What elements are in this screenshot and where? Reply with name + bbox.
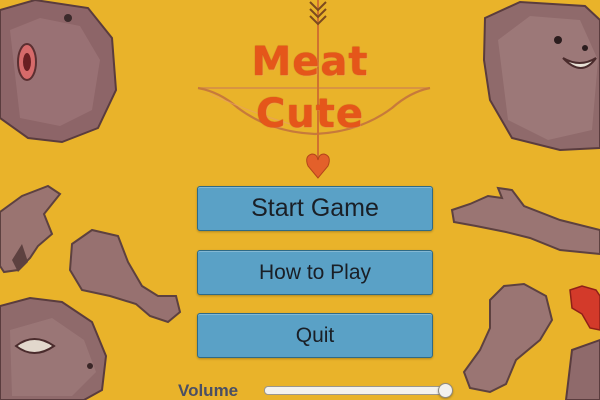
meat-chunk-bottom-right — [564, 338, 600, 400]
meat-chunk-top-left — [0, 0, 118, 144]
drumstick-left — [68, 228, 182, 324]
quit-button[interactable]: Quit — [197, 313, 433, 358]
game-title: Meat Cute — [251, 39, 369, 137]
main-menu-screen: Meat Cute Start Game How to Play Quit Vo… — [0, 0, 600, 400]
volume-slider-fill — [265, 387, 446, 394]
start-game-button[interactable]: Start Game — [197, 186, 433, 231]
meat-chunk-bottom-left — [0, 296, 108, 400]
how-to-play-label: How to Play — [258, 260, 372, 284]
drumstick-right — [462, 282, 554, 394]
volume-label: Volume — [178, 381, 239, 400]
start-game-label: Start Game — [251, 194, 379, 222]
quit-label: Quit — [295, 323, 335, 347]
severed-hand-left — [0, 184, 62, 274]
volume-slider[interactable] — [264, 383, 454, 398]
blood-splat — [569, 285, 600, 331]
severed-arm-right — [450, 186, 600, 256]
how-to-play-button[interactable]: How to Play — [197, 250, 433, 295]
meat-chunk-top-right — [482, 0, 600, 152]
